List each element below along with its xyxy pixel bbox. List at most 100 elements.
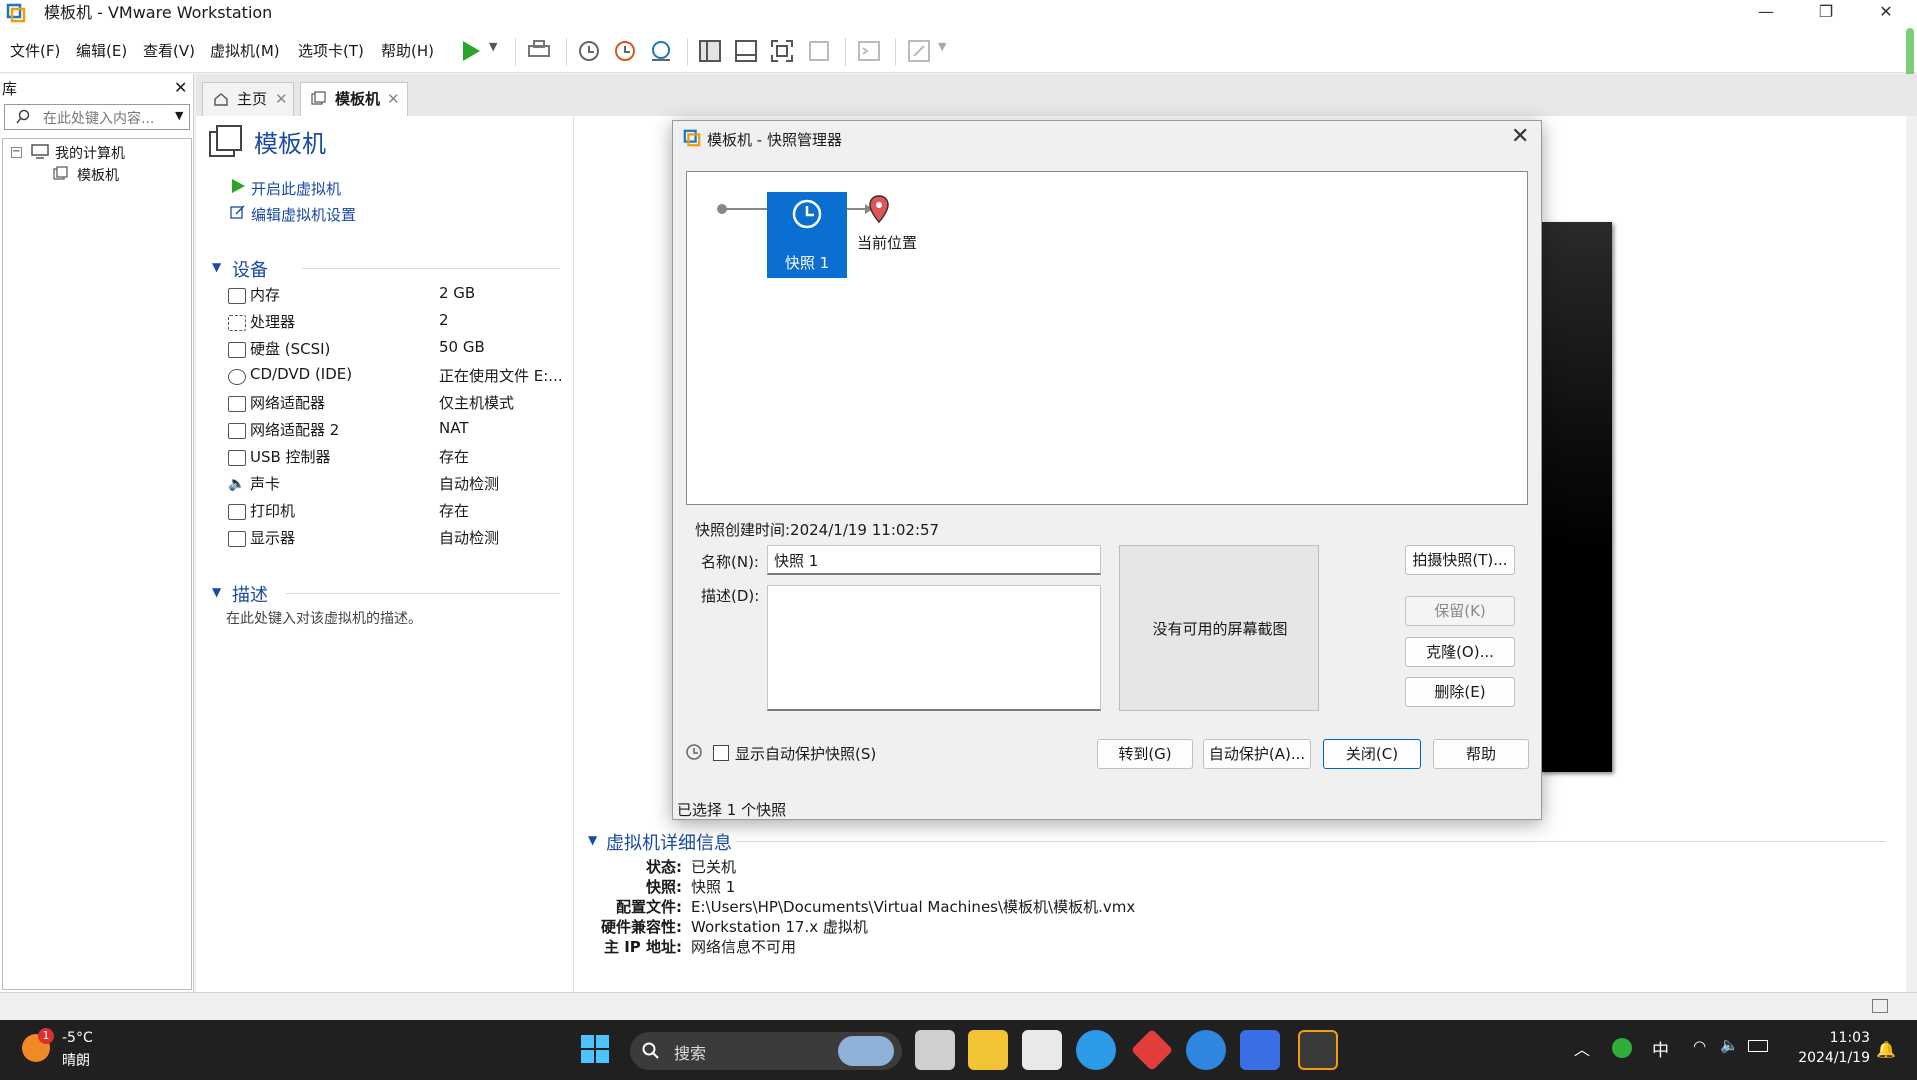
message-log-icon[interactable]	[1872, 999, 1888, 1013]
library-view-icon[interactable]	[697, 38, 723, 64]
power-on-icon[interactable]	[458, 38, 484, 64]
vmware-dialog-icon	[683, 129, 701, 147]
power-dropdown-icon[interactable]: ▼	[489, 40, 497, 53]
store-icon[interactable]	[1022, 1030, 1062, 1070]
weather-temp[interactable]: -5°C	[62, 1030, 93, 1046]
device-value: 2	[439, 311, 449, 329]
search-dropdown-icon[interactable]: ▼	[175, 109, 183, 122]
device-row[interactable]: 🔈 声卡 自动检测	[196, 473, 576, 500]
weather-text[interactable]: 晴朗	[62, 1050, 90, 1070]
battery-icon[interactable]	[1748, 1040, 1768, 1052]
file-explorer-icon[interactable]	[968, 1030, 1008, 1070]
menu-edit[interactable]: 编辑(E)	[76, 40, 127, 61]
clock-time[interactable]: 11:03	[1790, 1030, 1870, 1046]
help-app-icon[interactable]	[1186, 1030, 1226, 1070]
tab-vm-close-icon[interactable]: ✕	[387, 83, 400, 115]
tab-home[interactable]: 主页 ✕	[202, 82, 294, 116]
edit-vm-settings-link[interactable]: 编辑虚拟机设置	[251, 204, 356, 225]
edge-icon[interactable]	[1076, 1030, 1116, 1070]
device-row[interactable]: 内存 2 GB	[196, 284, 576, 311]
fullscreen-icon[interactable]	[769, 38, 795, 64]
app-red-icon[interactable]	[1130, 1028, 1174, 1072]
tree-root-label[interactable]: 我的计算机	[55, 143, 125, 163]
device-row[interactable]: CD/DVD (IDE) 正在使用文件 E:...	[196, 365, 576, 392]
collapse-toggle-icon[interactable]: −	[11, 147, 22, 158]
device-row[interactable]: USB 控制器 存在	[196, 446, 576, 473]
volume-icon[interactable]: 🔈	[1720, 1036, 1739, 1054]
device-label: USB 控制器	[250, 448, 331, 466]
detail-key: 配置文件:	[616, 898, 682, 916]
restore-button[interactable]: ❐	[1796, 0, 1856, 28]
device-row[interactable]: 硬盘 (SCSI) 50 GB	[196, 338, 576, 365]
menu-toolbar: 文件(F) 编辑(E) 查看(V) 虚拟机(M) 选项卡(T) 帮助(H) ▼ …	[0, 28, 1917, 82]
tray-app-icon[interactable]	[1612, 1038, 1632, 1058]
device-row[interactable]: 网络适配器 仅主机模式	[196, 392, 576, 419]
vm-tab-icon	[311, 91, 326, 105]
snapshot-node[interactable]: 快照 1	[767, 192, 847, 278]
vm-title: 模板机	[254, 130, 326, 158]
take-snapshot-button[interactable]: 拍摄快照(T)...	[1405, 545, 1515, 575]
menu-file[interactable]: 文件(F)	[10, 40, 60, 61]
dialog-close-icon[interactable]: ✕	[1511, 125, 1529, 149]
task-view-icon[interactable]	[915, 1030, 955, 1070]
send-keys-icon[interactable]	[526, 38, 552, 64]
menu-vm[interactable]: 虚拟机(M)	[210, 40, 280, 61]
tree-vm-label[interactable]: 模板机	[77, 165, 119, 185]
console-icon[interactable]	[856, 38, 882, 64]
keep-button[interactable]: 保留(K)	[1405, 596, 1515, 626]
taskbar-search[interactable]: 搜索	[630, 1032, 902, 1070]
device-row[interactable]: 打印机 存在	[196, 500, 576, 527]
library-search[interactable]: 在此处键入内容... ▼	[4, 104, 190, 130]
notification-bell-icon[interactable]: 🔔	[1876, 1040, 1896, 1059]
start-vm-link[interactable]: 开启此虚拟机	[251, 178, 341, 199]
snapshot-tree: 快照 1 当前位置	[686, 171, 1528, 505]
snapshot-description-input[interactable]	[767, 585, 1101, 711]
device-label: 硬盘 (SCSI)	[250, 340, 331, 358]
goto-button[interactable]: 转到(G)	[1097, 739, 1193, 769]
snapshot-manager-icon[interactable]	[648, 38, 674, 64]
clone-button[interactable]: 克隆(O)...	[1405, 637, 1515, 667]
autoprotect-button[interactable]: 自动保护(A)...	[1203, 739, 1311, 769]
stretch-icon[interactable]	[906, 38, 932, 64]
vm-screen-preview[interactable]	[1540, 222, 1612, 772]
detail-value: 网络信息不可用	[691, 938, 797, 956]
network-icon	[228, 423, 246, 439]
device-row[interactable]: 处理器 2	[196, 311, 576, 338]
close-library-icon[interactable]: ✕	[174, 78, 187, 97]
wifi-icon[interactable]: ◠	[1693, 1037, 1706, 1055]
revert-snapshot-icon[interactable]	[612, 38, 638, 64]
minimize-button[interactable]: —	[1736, 0, 1796, 28]
ime-indicator[interactable]: 中	[1652, 1036, 1669, 1061]
menu-help[interactable]: 帮助(H)	[381, 40, 434, 61]
take-snapshot-icon[interactable]	[576, 38, 602, 64]
description-placeholder[interactable]: 在此处键入对该虚拟机的描述。	[226, 608, 422, 628]
tab-home-close-icon[interactable]: ✕	[275, 83, 288, 115]
devices-collapse-icon[interactable]: ▼	[212, 260, 221, 274]
disk-icon	[228, 342, 246, 358]
tray-expand-icon[interactable]: ︿	[1574, 1036, 1590, 1060]
unity-icon[interactable]	[806, 38, 832, 64]
device-value: 仅主机模式	[439, 394, 515, 412]
snapshot-name-input[interactable]: 快照 1	[767, 545, 1101, 575]
show-autoprotect-checkbox[interactable]	[713, 745, 729, 761]
app-blue-icon[interactable]	[1240, 1030, 1280, 1070]
detail-key: 状态:	[646, 858, 682, 876]
detail-value: Workstation 17.x 虚拟机	[691, 918, 868, 936]
device-row[interactable]: 显示器 自动检测	[196, 527, 576, 554]
device-row[interactable]: 网络适配器 2 NAT	[196, 419, 576, 446]
menu-view[interactable]: 查看(V)	[143, 40, 195, 61]
stretch-dropdown-icon[interactable]: ▼	[938, 40, 946, 53]
thumbnail-view-icon[interactable]	[733, 38, 759, 64]
start-icon[interactable]	[580, 1034, 610, 1064]
clock-date[interactable]: 2024/1/19	[1790, 1050, 1870, 1066]
vmware-taskbar-icon[interactable]	[1298, 1030, 1338, 1070]
menu-tabs[interactable]: 选项卡(T)	[298, 40, 364, 61]
delete-button[interactable]: 删除(E)	[1405, 677, 1515, 707]
show-autoprotect-label[interactable]: 显示自动保护快照(S)	[735, 743, 876, 764]
description-collapse-icon[interactable]: ▼	[212, 585, 221, 599]
details-collapse-icon[interactable]: ▼	[588, 833, 597, 847]
help-button[interactable]: 帮助	[1433, 739, 1529, 769]
close-window-button[interactable]: ✕	[1856, 0, 1916, 28]
tab-vm[interactable]: 模板机 ✕	[300, 82, 408, 116]
close-button[interactable]: 关闭(C)	[1323, 739, 1421, 769]
